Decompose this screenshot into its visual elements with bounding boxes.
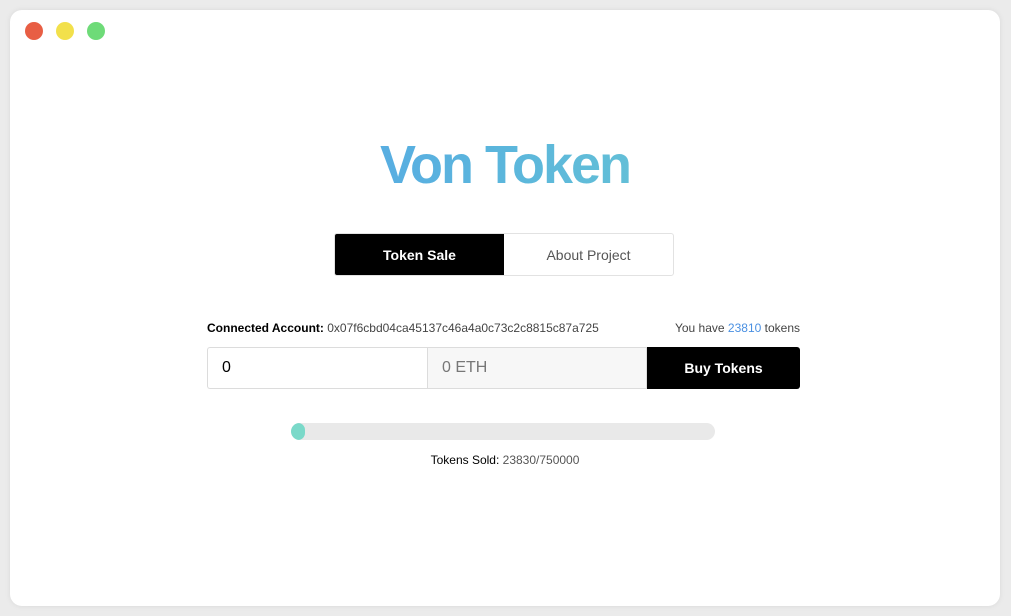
balance-amount: 23810 xyxy=(727,321,762,335)
sale-progress-fill xyxy=(291,423,305,440)
tokens-sold-value: 23830/750000 xyxy=(502,453,580,467)
account-address: 0x07f6cbd04ca45137c46a4a0c73c2c8815c87a7… xyxy=(327,321,599,335)
tab-about-project[interactable]: About Project xyxy=(504,234,673,275)
account-info-row: Connected Account: 0x07f6cbd04ca45137c46… xyxy=(207,321,800,335)
sale-progress-bar xyxy=(291,423,715,440)
app-title: Von Token xyxy=(10,134,1000,196)
window-controls xyxy=(25,22,118,40)
token-amount-input[interactable] xyxy=(207,347,427,389)
buy-form: 0 ETH Buy Tokens xyxy=(207,347,800,389)
tokens-sold: Tokens Sold: 23830/750000 xyxy=(10,453,1000,467)
maximize-window-button[interactable] xyxy=(87,22,105,40)
app-window: Von Token Token Sale About Project Conne… xyxy=(10,10,1000,606)
eth-cost-display: 0 ETH xyxy=(427,347,647,389)
tokens-sold-label: Tokens Sold: xyxy=(430,453,500,467)
connected-account: Connected Account: 0x07f6cbd04ca45137c46… xyxy=(207,321,599,335)
buy-tokens-button[interactable]: Buy Tokens xyxy=(647,347,800,389)
balance-suffix: tokens xyxy=(764,321,800,335)
close-window-button[interactable] xyxy=(25,22,43,40)
balance-prefix: You have xyxy=(674,321,725,335)
tab-token-sale[interactable]: Token Sale xyxy=(335,234,504,275)
connected-account-label: Connected Account: xyxy=(207,321,324,335)
tab-bar: Token Sale About Project xyxy=(334,233,674,276)
token-balance: You have 23810 tokens xyxy=(675,321,800,335)
minimize-window-button[interactable] xyxy=(56,22,74,40)
